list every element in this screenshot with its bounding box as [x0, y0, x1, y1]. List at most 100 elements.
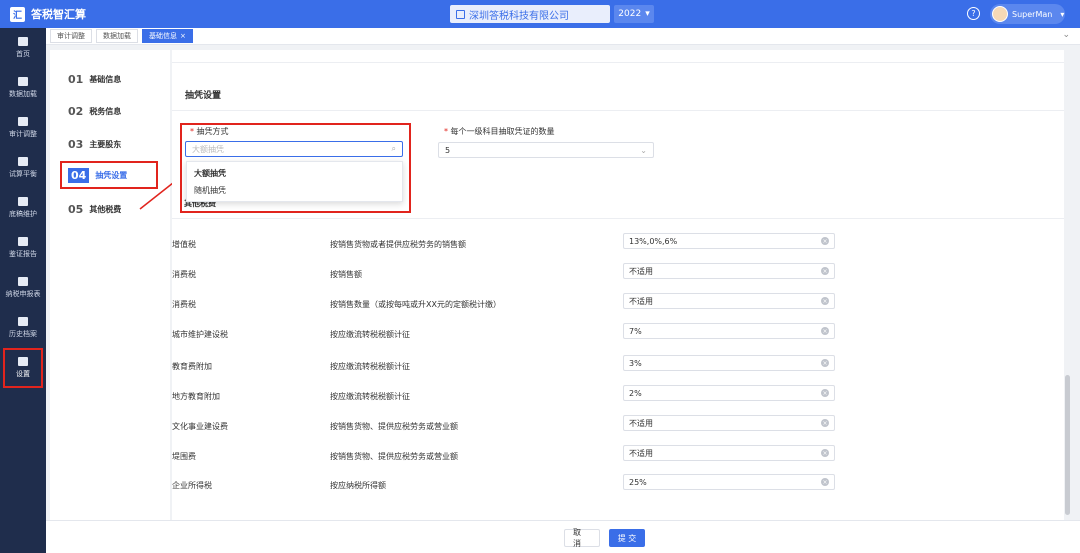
clear-icon[interactable]: ×: [821, 237, 829, 245]
table-row: 企业所得税 按应纳税所得额 25% ×: [172, 471, 1064, 501]
tax-rate-input[interactable]: 25% ×: [623, 474, 835, 490]
tax-rate-input[interactable]: 不适用 ×: [623, 445, 835, 461]
monitor-icon: [18, 277, 28, 286]
sidebar-item-label: 数据加载: [9, 90, 37, 98]
sidebar-item-settings[interactable]: 设置: [3, 348, 43, 388]
clear-icon[interactable]: ×: [821, 389, 829, 397]
company-selector[interactable]: 深圳答税科技有限公司: [450, 5, 610, 23]
step-label: 税务信息: [89, 107, 122, 116]
step-label: 基础信息: [89, 75, 122, 84]
tax-basis: 按应缴流转税税额计征: [330, 330, 410, 339]
database-icon: [18, 77, 28, 86]
tax-rate-input[interactable]: 13%,0%,6% ×: [623, 233, 835, 249]
sidebar-item-tax-return[interactable]: 纳税申报表: [0, 268, 46, 308]
tax-rate-input[interactable]: 不适用 ×: [623, 293, 835, 309]
count-select[interactable]: 5 ⌄: [438, 142, 654, 158]
help-icon[interactable]: ?: [967, 7, 980, 20]
user-menu[interactable]: SuperMan ▾: [990, 4, 1065, 24]
check-icon: [18, 237, 28, 246]
table-row: 消费税 按销售额 不适用 ×: [172, 260, 1064, 290]
tax-rate-input[interactable]: 2% ×: [623, 385, 835, 401]
tax-rate-value: 不适用: [629, 296, 653, 306]
sidebar-item-label: 首页: [16, 50, 30, 58]
divider: [172, 110, 1064, 111]
step-shareholders[interactable]: 03 主要股东: [68, 138, 121, 151]
clear-icon[interactable]: ×: [821, 267, 829, 275]
gear-icon: [18, 357, 28, 366]
annotation-box: [180, 123, 411, 213]
sidebar-item-history[interactable]: 历史档案: [0, 308, 46, 348]
sidebar-item-audit[interactable]: 审计调整: [0, 108, 46, 148]
step-tax-info[interactable]: 02 税务信息: [68, 105, 121, 118]
sidebar-item-home[interactable]: 首页: [0, 28, 46, 68]
year-value: 2022: [618, 9, 642, 19]
clear-icon[interactable]: ×: [821, 449, 829, 457]
step-label: 其他税费: [89, 205, 122, 214]
clear-icon[interactable]: ×: [821, 419, 829, 427]
sidebar-item-balance[interactable]: 试算平衡: [0, 148, 46, 188]
tax-basis: 按销售货物、提供应税劳务或营业额: [330, 422, 458, 431]
tax-rate-value: 不适用: [629, 418, 653, 428]
tax-name: 文化事业建设费: [172, 422, 228, 431]
sidebar-item-data-load[interactable]: 数据加载: [0, 68, 46, 108]
app-logo-icon: 汇: [10, 6, 25, 22]
brand[interactable]: 汇 答税智汇算: [10, 6, 86, 22]
sidebar-item-label: 设置: [16, 370, 30, 378]
caret-down-icon: ▾: [1060, 9, 1065, 19]
tax-rate-input[interactable]: 3% ×: [623, 355, 835, 371]
year-select[interactable]: 2022 ▾: [614, 5, 654, 23]
tax-name: 消费税: [172, 270, 196, 279]
divider: [172, 62, 1064, 63]
tab-data-load[interactable]: 数据加载: [96, 29, 138, 43]
step-number: 01: [68, 73, 84, 86]
tax-rate-input[interactable]: 7% ×: [623, 323, 835, 339]
step-nav: 01 基础信息 02 税务信息 03 主要股东 04 抽凭设置 05 其他税费: [50, 50, 170, 520]
sidebar-item-report[interactable]: 鉴证报告: [0, 228, 46, 268]
clear-icon[interactable]: ×: [821, 478, 829, 486]
tab-audit[interactable]: 审计调整: [50, 29, 92, 43]
avatar: [992, 6, 1008, 22]
cancel-button[interactable]: 取 消: [564, 528, 600, 548]
section-title: 抽凭设置: [185, 91, 222, 101]
table-row: 教育费附加 按应缴流转税税额计征 3% ×: [172, 352, 1064, 382]
step-basic-info[interactable]: 01 基础信息: [68, 73, 121, 86]
table-row: 文化事业建设费 按销售货物、提供应税劳务或营业额 不适用 ×: [172, 412, 1064, 442]
chevron-down-icon[interactable]: ⌄: [1062, 30, 1070, 40]
sidebar: 首页 数据加载 审计调整 试算平衡 底稿维护 鉴证报告 纳税申报表 历史档案 设…: [0, 28, 46, 553]
tax-basis: 按应缴流转税税额计征: [330, 362, 410, 371]
count-value: 5: [445, 145, 451, 155]
tax-rate-value: 不适用: [629, 448, 653, 458]
tab-label: 数据加载: [103, 32, 131, 40]
balance-icon: [18, 157, 28, 166]
tax-name: 消费税: [172, 300, 196, 309]
tax-name: 企业所得税: [172, 481, 212, 490]
clear-icon[interactable]: ×: [821, 359, 829, 367]
tax-basis: 按应缴流转税税额计征: [330, 392, 410, 401]
tax-rate-value: 3%: [629, 358, 642, 368]
tab-basic-info[interactable]: 基础信息 ×: [142, 29, 193, 43]
sidebar-item-workpaper[interactable]: 底稿维护: [0, 188, 46, 228]
sidebar-item-label: 审计调整: [9, 130, 37, 138]
footer: 取 消 提 交: [46, 520, 1080, 553]
clear-icon[interactable]: ×: [821, 297, 829, 305]
tax-basis: 按销售货物或者提供应税劳务的销售额: [330, 240, 466, 249]
scrollbar[interactable]: [1065, 375, 1070, 515]
building-icon: [456, 9, 465, 19]
sidebar-item-label: 鉴证报告: [9, 250, 37, 258]
close-icon[interactable]: ×: [180, 32, 186, 40]
tax-rate-input[interactable]: 不适用 ×: [623, 415, 835, 431]
top-bar: 汇 答税智汇算 深圳答税科技有限公司 2022 ▾ ? SuperMan ▾: [0, 0, 1080, 28]
step-other-taxes[interactable]: 05 其他税费: [68, 203, 121, 216]
user-name: SuperMan: [1012, 9, 1053, 19]
clear-icon[interactable]: ×: [821, 327, 829, 335]
caret-down-icon: ▾: [645, 9, 650, 19]
sidebar-item-label: 历史档案: [9, 330, 37, 338]
tax-name: 堤围费: [172, 452, 196, 461]
tax-basis: 按销售额: [330, 270, 362, 279]
tax-rate-input[interactable]: 不适用 ×: [623, 263, 835, 279]
table-row: 增值税 按销售货物或者提供应税劳务的销售额 13%,0%,6% ×: [172, 230, 1064, 260]
folder-icon: [18, 317, 28, 326]
submit-button[interactable]: 提 交: [609, 529, 645, 547]
tax-rate-value: 13%,0%,6%: [629, 236, 678, 246]
tax-basis: 按应纳税所得额: [330, 481, 386, 490]
